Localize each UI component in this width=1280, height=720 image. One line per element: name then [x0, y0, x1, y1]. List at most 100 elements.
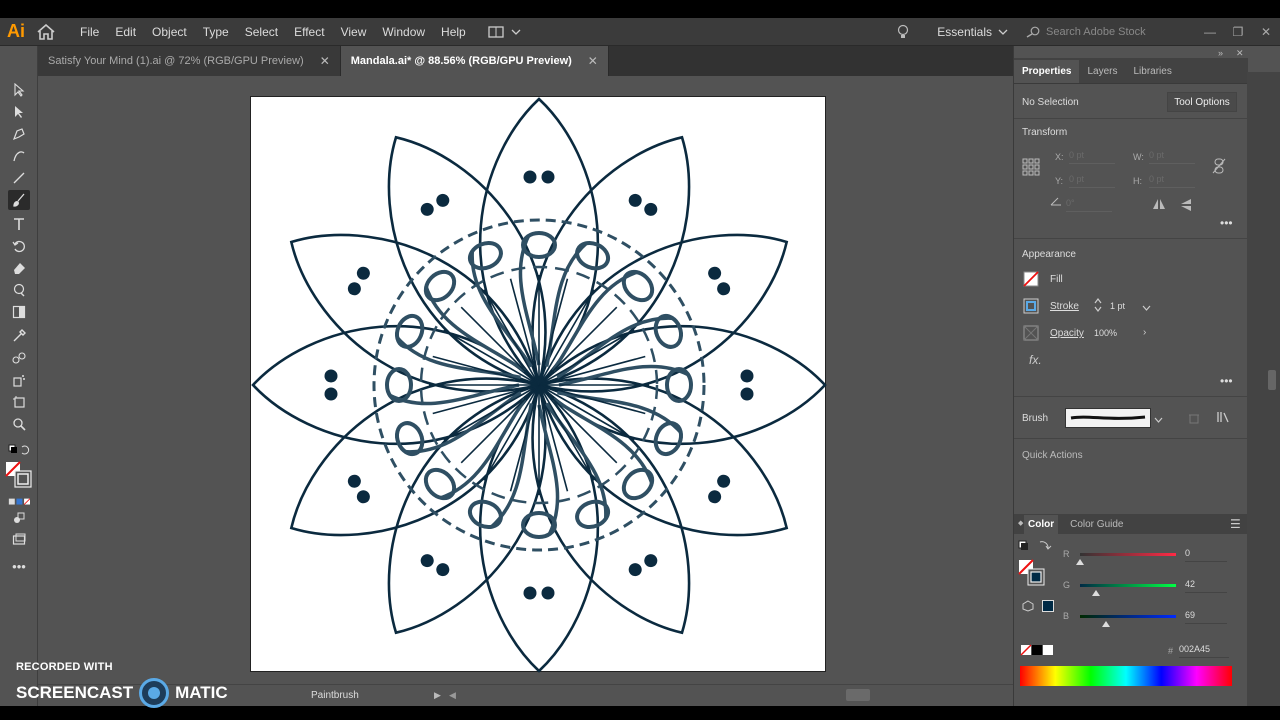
- workspace-switcher[interactable]: Essentials: [937, 25, 1008, 39]
- menu-select[interactable]: Select: [237, 25, 286, 39]
- horizontal-scroll-thumb[interactable]: [846, 689, 870, 701]
- r-value[interactable]: 0: [1185, 548, 1227, 562]
- stroke-weight-value[interactable]: 1 pt: [1110, 301, 1125, 311]
- default-colors-icon[interactable]: [8, 440, 30, 460]
- restore-button[interactable]: ❐: [1224, 18, 1252, 46]
- screen-mode-icon[interactable]: [8, 530, 30, 550]
- type-tool-icon[interactable]: [8, 214, 30, 234]
- g-slider-thumb[interactable]: [1092, 587, 1100, 599]
- menu-window[interactable]: Window: [374, 25, 433, 39]
- x-label: X:: [1055, 152, 1064, 162]
- out-of-gamut-icon[interactable]: [1022, 600, 1034, 615]
- chevron-down-icon[interactable]: [1154, 414, 1163, 426]
- menu-object[interactable]: Object: [144, 25, 195, 39]
- opacity-label[interactable]: Opacity: [1050, 328, 1084, 339]
- angle-field[interactable]: 0°: [1066, 198, 1112, 212]
- g-value[interactable]: 42: [1185, 579, 1227, 593]
- brush-picker[interactable]: [1065, 408, 1151, 428]
- tab-satisfy-your-mind[interactable]: Satisfy Your Mind (1).ai @ 72% (RGB/GPU …: [38, 46, 341, 76]
- chevron-right-icon[interactable]: ›: [1143, 327, 1146, 338]
- blend-tool-icon[interactable]: [8, 348, 30, 368]
- tab-properties[interactable]: Properties: [1014, 60, 1080, 83]
- flip-horizontal-icon[interactable]: [1152, 198, 1166, 213]
- fx-icon[interactable]: fx.: [1029, 353, 1042, 367]
- more-options-icon[interactable]: •••: [1220, 374, 1233, 388]
- eraser-tool-icon[interactable]: [8, 258, 30, 278]
- w-field[interactable]: 0 pt: [1149, 150, 1195, 164]
- tab-color[interactable]: Color: [1024, 514, 1059, 534]
- menu-type[interactable]: Type: [195, 25, 237, 39]
- tool-options-button[interactable]: Tool Options: [1167, 92, 1237, 112]
- tab-layers[interactable]: Layers: [1079, 60, 1125, 83]
- collapse-panels-icon[interactable]: »: [1218, 48, 1223, 58]
- fill-stroke-swatch[interactable]: [4, 460, 34, 490]
- status-arrow-icon[interactable]: ▶: [434, 690, 441, 701]
- reference-point-icon[interactable]: [1022, 158, 1040, 179]
- more-options-icon[interactable]: •••: [1220, 216, 1233, 230]
- selection-tool-icon[interactable]: [8, 80, 30, 100]
- b-slider[interactable]: [1080, 615, 1176, 618]
- delete-brush-icon[interactable]: [1188, 412, 1200, 427]
- eyedropper-tool-icon[interactable]: [8, 326, 30, 346]
- none-swatch-icon[interactable]: [1020, 644, 1056, 659]
- x-field[interactable]: 0 pt: [1069, 150, 1115, 164]
- fill-swatch-icon[interactable]: [1023, 271, 1039, 290]
- web-safe-swatch[interactable]: [1042, 600, 1054, 612]
- opacity-value[interactable]: 100%: [1094, 328, 1117, 338]
- menu-view[interactable]: View: [333, 25, 375, 39]
- flip-vertical-icon[interactable]: [1180, 198, 1192, 215]
- constrain-proportions-icon[interactable]: [1212, 158, 1226, 177]
- warp-tool-icon[interactable]: [8, 280, 30, 300]
- stroke-label[interactable]: Stroke: [1050, 301, 1079, 312]
- close-panel-icon[interactable]: ✕: [1236, 48, 1244, 59]
- stroke-stepper-icon[interactable]: [1093, 297, 1103, 316]
- close-icon[interactable]: ✕: [588, 54, 598, 68]
- y-field[interactable]: 0 pt: [1069, 174, 1115, 188]
- swap-colors-icon[interactable]: [1018, 540, 1052, 555]
- r-slider-thumb[interactable]: [1076, 556, 1084, 568]
- zoom-tool-icon[interactable]: [8, 414, 30, 434]
- color-fill-stroke-swatch[interactable]: [1018, 559, 1046, 587]
- symbol-sprayer-tool-icon[interactable]: [8, 370, 30, 390]
- tab-mandala[interactable]: Mandala.ai* @ 88.56% (RGB/GPU Preview) ✕: [340, 46, 609, 76]
- curvature-tool-icon[interactable]: [8, 146, 30, 166]
- color-spectrum[interactable]: [1020, 666, 1232, 686]
- gradient-tool-icon[interactable]: [8, 302, 30, 322]
- panel-scroll-thumb[interactable]: [1268, 370, 1276, 390]
- h-field[interactable]: 0 pt: [1149, 174, 1195, 188]
- brush-library-icon[interactable]: [1217, 411, 1231, 426]
- y-label: Y:: [1055, 176, 1064, 186]
- close-window-button[interactable]: ✕: [1252, 18, 1280, 46]
- line-tool-icon[interactable]: [8, 168, 30, 188]
- menu-file[interactable]: File: [72, 25, 107, 39]
- tab-color-guide[interactable]: Color Guide: [1058, 515, 1135, 534]
- b-value[interactable]: 69: [1185, 610, 1227, 624]
- stroke-swatch-icon[interactable]: [1023, 298, 1039, 317]
- pen-tool-icon[interactable]: [8, 124, 30, 144]
- menu-help[interactable]: Help: [433, 25, 474, 39]
- hex-field[interactable]: 002A45: [1179, 644, 1229, 658]
- home-icon[interactable]: [32, 18, 60, 46]
- status-scroll-left-icon[interactable]: ◀: [449, 690, 456, 701]
- divider: [1014, 118, 1248, 119]
- search-stock-field[interactable]: Search Adobe Stock: [1026, 22, 1182, 42]
- tab-libraries[interactable]: Libraries: [1125, 60, 1179, 83]
- edit-toolbar-icon[interactable]: •••: [8, 556, 30, 576]
- minimize-button[interactable]: —: [1196, 18, 1224, 46]
- menu-edit[interactable]: Edit: [107, 25, 144, 39]
- b-slider-thumb[interactable]: [1102, 618, 1110, 630]
- direct-selection-tool-icon[interactable]: [8, 102, 30, 122]
- arrange-documents-button[interactable]: [488, 22, 526, 42]
- artboard-tool-icon[interactable]: [8, 392, 30, 412]
- drawing-modes-icon[interactable]: [8, 508, 30, 528]
- artboard[interactable]: [250, 96, 827, 673]
- close-icon[interactable]: ✕: [320, 54, 330, 68]
- collapse-arrows-icon[interactable]: ◆: [1018, 519, 1023, 527]
- panel-menu-icon[interactable]: ☰: [1230, 517, 1241, 531]
- paintbrush-tool-icon[interactable]: [8, 190, 30, 210]
- chevron-down-icon[interactable]: [1142, 302, 1151, 314]
- lightbulb-icon[interactable]: [891, 24, 915, 40]
- r-slider[interactable]: [1080, 553, 1176, 556]
- rotate-tool-icon[interactable]: [8, 236, 30, 256]
- menu-effect[interactable]: Effect: [286, 25, 332, 39]
